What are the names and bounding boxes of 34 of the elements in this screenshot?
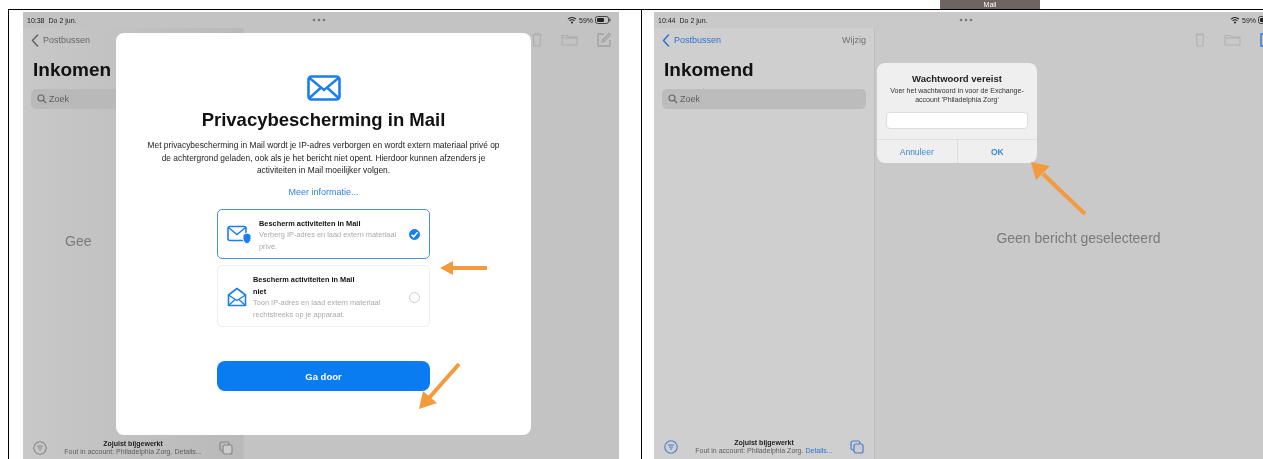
envelope-shield-icon [227,224,253,245]
filter-icon[interactable] [33,441,47,455]
more-info-link[interactable]: Meer informatie... [288,186,359,197]
search-icon [37,94,47,104]
mailbox-title: Inkomen [33,59,113,81]
alert-button[interactable]: Annuleer [877,140,957,163]
multitasking-dots-icon[interactable] [959,18,973,22]
mailboxes-icon[interactable] [219,441,233,455]
password-field[interactable] [886,112,1028,129]
checked-radio[interactable] [409,229,420,241]
empty-message: Geen bericht geselecteerd [996,230,1161,246]
back-button[interactable]: Postbussen [31,33,91,47]
wifi-icon [567,16,577,24]
wifi-icon [1230,16,1240,24]
filter-icon[interactable] [664,440,678,454]
dialog-title: Privacybescherming in Mail [201,109,446,131]
chevron-icon [31,33,39,47]
search-icon [668,94,678,104]
edit-button[interactable]: Wijzig [842,35,866,45]
chevron-icon [662,33,670,47]
mailbox-title: Inkomend [664,59,755,81]
trash-icon[interactable] [531,31,543,47]
dialog-text: Met privacybescherming in Mail wordt je IP-adres verborgen en wordt extern materiaal privé op de achtergrond geladen, ook als je het bericht niet opent. Hierdoor kunnen afzenders je activiteiten in Mail moeilijker volgen. [146,139,501,177]
back-button[interactable]: Postbussen [662,33,722,47]
compose-icon[interactable] [596,31,611,47]
battery-icon [595,16,611,24]
continue-button[interactable]: Ga door [217,361,430,391]
mailboxes-icon[interactable] [850,440,864,454]
empty-message: Gee [65,233,92,249]
alert-title: Wachtwoord vereist [912,73,1002,84]
open-envelope-icon [227,287,247,307]
search-field[interactable]: Zoek [662,89,866,109]
envelope-icon [306,75,341,101]
multitasking-dots-icon[interactable] [312,18,326,22]
